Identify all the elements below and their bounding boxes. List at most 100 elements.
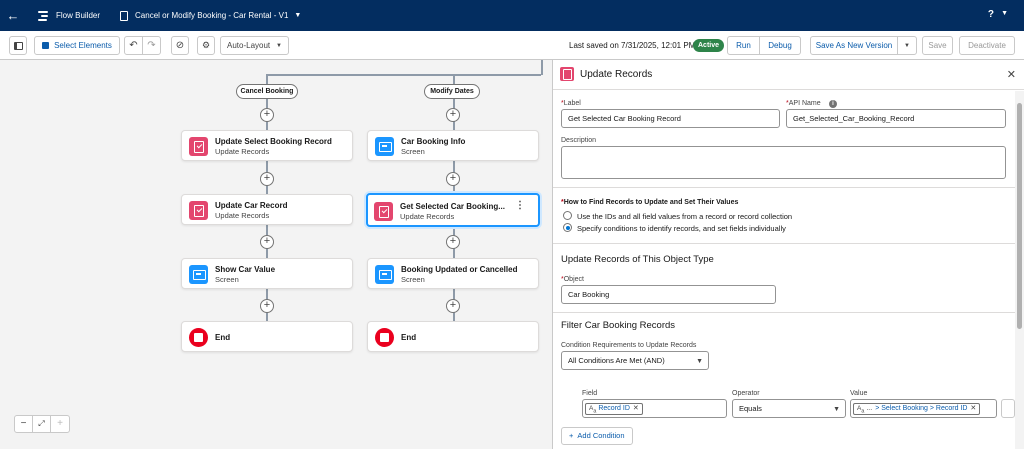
node-type: Update Records bbox=[400, 212, 455, 221]
plus-icon: + bbox=[569, 431, 574, 440]
zoom-out-button[interactable]: − bbox=[15, 416, 33, 432]
toggle-panel-button[interactable] bbox=[9, 36, 27, 55]
add-element-button[interactable]: + bbox=[260, 235, 274, 249]
delete-condition-button[interactable] bbox=[1001, 399, 1015, 418]
text-type-icon: Aa bbox=[589, 405, 597, 415]
info-icon[interactable]: i bbox=[829, 100, 837, 108]
add-element-button[interactable]: + bbox=[446, 108, 460, 122]
radio-specify-conditions-label: Specify conditions to identify records, … bbox=[577, 224, 786, 233]
add-element-button[interactable]: + bbox=[446, 299, 460, 313]
flow-node[interactable]: Update Select Booking Record Update Reco… bbox=[181, 130, 353, 161]
flow-node[interactable]: Car Booking Info Screen bbox=[367, 130, 539, 161]
settings-button[interactable]: ⚙ bbox=[197, 36, 215, 55]
gear-icon: ⚙ bbox=[201, 40, 211, 50]
close-icon[interactable]: ✕ bbox=[1007, 68, 1016, 81]
radio-specify-conditions[interactable] bbox=[563, 223, 572, 232]
chevron-down-icon: ▼ bbox=[696, 358, 703, 365]
add-element-button[interactable]: + bbox=[260, 108, 274, 122]
save-button[interactable]: Save bbox=[922, 36, 953, 55]
object-input[interactable]: Car Booking bbox=[561, 285, 776, 304]
flow-node[interactable]: Show Car Value Screen bbox=[181, 258, 353, 289]
branch-label-cancel[interactable]: Cancel Booking bbox=[236, 84, 298, 99]
label-input[interactable]: Get Selected Car Booking Record bbox=[561, 109, 780, 128]
add-condition-button[interactable]: + Add Condition bbox=[561, 427, 633, 445]
add-element-button[interactable]: + bbox=[446, 172, 460, 186]
redo-button[interactable]: ↷ bbox=[142, 36, 161, 55]
save-menu-button[interactable]: ▼ bbox=[897, 36, 917, 55]
node-title: End bbox=[401, 333, 417, 342]
remove-token-icon[interactable]: ✕ bbox=[633, 405, 639, 412]
chevron-down-icon: ▼ bbox=[276, 42, 282, 49]
operator-column-label: Operator bbox=[732, 390, 760, 397]
scrollbar-thumb[interactable] bbox=[1017, 103, 1022, 329]
chevron-down-icon: ▼ bbox=[833, 406, 840, 413]
divider bbox=[553, 243, 1015, 244]
chevron-down-icon[interactable]: ▼ bbox=[294, 12, 301, 19]
flow-name[interactable]: Cancel or Modify Booking - Car Rental - … bbox=[135, 11, 288, 20]
stop-icon bbox=[189, 328, 208, 347]
panel-scrollbar[interactable] bbox=[1015, 91, 1024, 449]
radio-use-ids-label: Use the IDs and all field values from a … bbox=[577, 212, 793, 221]
node-title: Update Select Booking Record bbox=[215, 137, 332, 146]
update-records-icon bbox=[374, 202, 393, 221]
flow-node[interactable]: Update Car Record Update Records bbox=[181, 194, 353, 225]
node-type: Update Records bbox=[215, 211, 270, 220]
layout-select[interactable]: Auto-Layout ▼ bbox=[220, 36, 289, 55]
how-to-find-label: *How to Find Records to Update and Set T… bbox=[561, 199, 739, 206]
zoom-controls: − ⤢ + bbox=[14, 415, 70, 433]
condition-requirements-value: All Conditions Are Met (AND) bbox=[568, 356, 665, 365]
zoom-in-button[interactable]: + bbox=[51, 416, 69, 432]
panel-body: *Label Get Selected Car Booking Record *… bbox=[553, 91, 1015, 449]
toolbar: Select Elements ↶ ↷ ⊘ ⚙ Auto-Layout ▼ La… bbox=[0, 31, 1024, 60]
node-title: End bbox=[215, 333, 231, 342]
text-type-icon: Aa bbox=[857, 405, 865, 415]
node-type: Screen bbox=[401, 147, 425, 156]
undo-button[interactable]: ↶ bbox=[124, 36, 143, 55]
select-elements-icon bbox=[42, 42, 50, 49]
remove-token-icon[interactable]: ✕ bbox=[970, 405, 976, 412]
document-icon bbox=[120, 10, 129, 21]
panel-header: Update Records ✕ bbox=[553, 60, 1024, 90]
select-elements-label: Select Elements bbox=[54, 41, 112, 50]
divider bbox=[553, 187, 1015, 188]
help-menu-chevron-icon[interactable]: ▼ bbox=[1001, 10, 1008, 17]
flow-canvas[interactable]: Cancel Booking Modify Dates + + + + + + … bbox=[0, 60, 552, 449]
flow-node-selected[interactable]: Get Selected Car Booking... Update Recor… bbox=[366, 193, 540, 227]
description-textarea[interactable] bbox=[561, 146, 1006, 179]
back-arrow-icon[interactable]: ← bbox=[0, 8, 26, 23]
update-records-icon bbox=[560, 67, 574, 81]
block-icon: ⊘ bbox=[175, 40, 185, 51]
api-name-input[interactable]: Get_Selected_Car_Booking_Record bbox=[786, 109, 1006, 128]
update-records-icon bbox=[189, 137, 208, 156]
redo-icon: ↷ bbox=[147, 40, 156, 51]
add-element-button[interactable]: + bbox=[260, 299, 274, 313]
select-elements-button[interactable]: Select Elements bbox=[34, 36, 120, 55]
run-button[interactable]: Run bbox=[727, 36, 760, 55]
debug-button[interactable]: Debug bbox=[759, 36, 801, 55]
save-as-new-version-button[interactable]: Save As New Version bbox=[810, 36, 898, 55]
panel-title: Update Records bbox=[580, 69, 653, 80]
branch-label-modify[interactable]: Modify Dates bbox=[424, 84, 480, 99]
errors-button[interactable]: ⊘ bbox=[171, 36, 189, 55]
radio-use-ids[interactable] bbox=[563, 211, 572, 220]
value-column-label: Value bbox=[850, 390, 868, 397]
status-badge: Active bbox=[693, 39, 725, 52]
flow-node[interactable]: Booking Updated or Cancelled Screen bbox=[367, 258, 539, 289]
help-icon[interactable]: ? bbox=[988, 9, 994, 20]
condition-operator-select[interactable]: Equals ▼ bbox=[732, 399, 846, 418]
more-actions-icon[interactable]: ⋮ bbox=[515, 201, 525, 211]
add-element-button[interactable]: + bbox=[260, 172, 274, 186]
fit-view-button[interactable]: ⤢ bbox=[33, 416, 51, 432]
add-element-button[interactable]: + bbox=[446, 235, 460, 249]
chevron-down-icon: ▼ bbox=[904, 42, 910, 49]
end-node[interactable]: End bbox=[181, 321, 353, 352]
node-title: Show Car Value bbox=[215, 265, 276, 274]
end-node[interactable]: End bbox=[367, 321, 539, 352]
layout-label: Auto-Layout bbox=[227, 41, 271, 50]
condition-value-input[interactable]: Aa... > Select Booking > Record ID ✕ bbox=[850, 399, 997, 418]
divider bbox=[553, 312, 1015, 313]
value-token: Aa... > Select Booking > Record ID ✕ bbox=[853, 403, 981, 415]
deactivate-button[interactable]: Deactivate bbox=[959, 36, 1015, 55]
condition-field-input[interactable]: Aa Record ID ✕ bbox=[582, 399, 727, 418]
condition-requirements-select[interactable]: All Conditions Are Met (AND) ▼ bbox=[561, 351, 709, 370]
